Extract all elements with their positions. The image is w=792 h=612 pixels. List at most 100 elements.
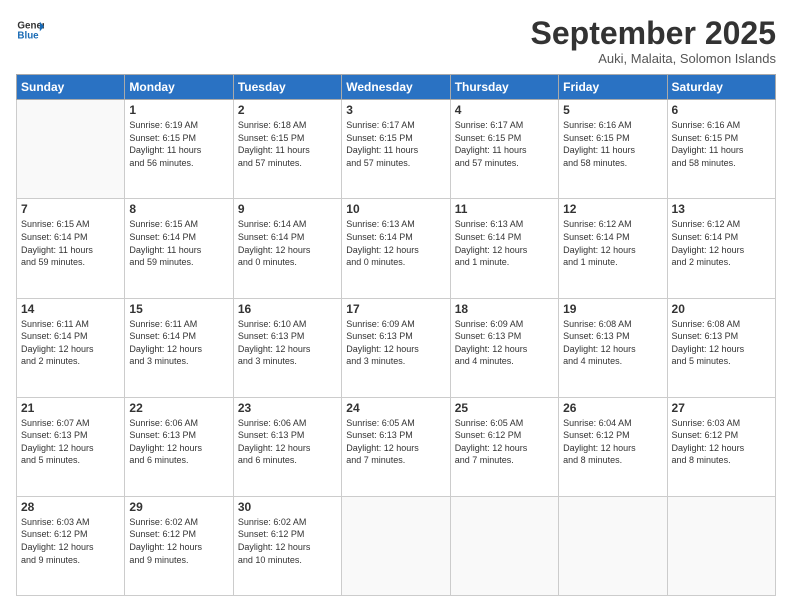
day-number: 15 [129,302,228,316]
cell-info: Sunrise: 6:17 AM Sunset: 6:15 PM Dayligh… [346,119,445,169]
table-row: 30Sunrise: 6:02 AM Sunset: 6:12 PM Dayli… [233,496,341,595]
header: General Blue September 2025 Auki, Malait… [16,16,776,66]
table-row: 1 Sunrise: 6:19 AM Sunset: 6:15 PM Daylig… [125,100,233,199]
day-number: 1 [129,103,228,117]
day-number: 19 [563,302,662,316]
table-row: 28Sunrise: 6:03 AM Sunset: 6:12 PM Dayli… [17,496,125,595]
table-row: 6 Sunrise: 6:16 AM Sunset: 6:15 PM Daylig… [667,100,775,199]
cell-info: Sunrise: 6:19 AM Sunset: 6:15 PM Dayligh… [129,119,228,169]
cell-info: Sunrise: 6:18 AM Sunset: 6:15 PM Dayligh… [238,119,337,169]
calendar: Sunday Monday Tuesday Wednesday Thursday… [16,74,776,596]
cell-info: Sunrise: 6:12 AM Sunset: 6:14 PM Dayligh… [672,218,771,268]
table-row [17,100,125,199]
cell-info: Sunrise: 6:13 AM Sunset: 6:14 PM Dayligh… [455,218,554,268]
day-number: 14 [21,302,120,316]
table-row: 9 Sunrise: 6:14 AM Sunset: 6:14 PM Daylig… [233,199,341,298]
cell-info: Sunrise: 6:08 AM Sunset: 6:13 PM Dayligh… [563,318,662,368]
col-sunday: Sunday [17,75,125,100]
cell-info: Sunrise: 6:02 AM Sunset: 6:12 PM Dayligh… [129,516,228,566]
table-row [342,496,450,595]
cell-info: Sunrise: 6:14 AM Sunset: 6:14 PM Dayligh… [238,218,337,268]
table-row: 22Sunrise: 6:06 AM Sunset: 6:13 PM Dayli… [125,397,233,496]
table-row: 2 Sunrise: 6:18 AM Sunset: 6:15 PM Daylig… [233,100,341,199]
table-row: 13 Sunrise: 6:12 AM Sunset: 6:14 PM Dayli… [667,199,775,298]
logo: General Blue [16,16,44,44]
table-row: 7 Sunrise: 6:15 AM Sunset: 6:14 PM Daylig… [17,199,125,298]
day-number: 3 [346,103,445,117]
table-row: 21 Sunrise: 6:07 AM Sunset: 6:13 PM Dayli… [17,397,125,496]
day-number: 24 [346,401,445,415]
day-number: 9 [238,202,337,216]
col-friday: Friday [559,75,667,100]
day-number: 8 [129,202,228,216]
day-number: 23 [238,401,337,415]
table-row: 25Sunrise: 6:05 AM Sunset: 6:12 PM Dayli… [450,397,558,496]
day-number: 29 [129,500,228,514]
day-number: 2 [238,103,337,117]
calendar-week-row: 1 Sunrise: 6:19 AM Sunset: 6:15 PM Daylig… [17,100,776,199]
day-number: 22 [129,401,228,415]
col-tuesday: Tuesday [233,75,341,100]
table-row: 24Sunrise: 6:05 AM Sunset: 6:13 PM Dayli… [342,397,450,496]
table-row: 12Sunrise: 6:12 AM Sunset: 6:14 PM Dayli… [559,199,667,298]
table-row: 17 Sunrise: 6:09 AM Sunset: 6:13 PM Dayli… [342,298,450,397]
col-wednesday: Wednesday [342,75,450,100]
table-row: 10 Sunrise: 6:13 AM Sunset: 6:14 PM Dayli… [342,199,450,298]
cell-info: Sunrise: 6:02 AM Sunset: 6:12 PM Dayligh… [238,516,337,566]
cell-info: Sunrise: 6:04 AM Sunset: 6:12 PM Dayligh… [563,417,662,467]
logo-icon: General Blue [16,16,44,44]
table-row: 4Sunrise: 6:17 AM Sunset: 6:15 PM Daylig… [450,100,558,199]
cell-info: Sunrise: 6:15 AM Sunset: 6:14 PM Dayligh… [21,218,120,268]
table-row: 20Sunrise: 6:08 AM Sunset: 6:13 PM Dayli… [667,298,775,397]
table-row: 19 Sunrise: 6:08 AM Sunset: 6:13 PM Dayli… [559,298,667,397]
cell-info: Sunrise: 6:03 AM Sunset: 6:12 PM Dayligh… [672,417,771,467]
calendar-week-row: 28Sunrise: 6:03 AM Sunset: 6:12 PM Dayli… [17,496,776,595]
cell-info: Sunrise: 6:16 AM Sunset: 6:15 PM Dayligh… [672,119,771,169]
table-row: 5 Sunrise: 6:16 AM Sunset: 6:15 PM Daylig… [559,100,667,199]
table-row: 29 Sunrise: 6:02 AM Sunset: 6:12 PM Dayli… [125,496,233,595]
cell-info: Sunrise: 6:11 AM Sunset: 6:14 PM Dayligh… [129,318,228,368]
page: General Blue September 2025 Auki, Malait… [0,0,792,612]
day-number: 13 [672,202,771,216]
location-subtitle: Auki, Malaita, Solomon Islands [531,51,776,66]
day-number: 17 [346,302,445,316]
cell-info: Sunrise: 6:13 AM Sunset: 6:14 PM Dayligh… [346,218,445,268]
table-row: 11 Sunrise: 6:13 AM Sunset: 6:14 PM Dayli… [450,199,558,298]
table-row: 23 Sunrise: 6:06 AM Sunset: 6:13 PM Dayli… [233,397,341,496]
day-number: 18 [455,302,554,316]
day-number: 5 [563,103,662,117]
svg-text:Blue: Blue [17,30,39,41]
cell-info: Sunrise: 6:08 AM Sunset: 6:13 PM Dayligh… [672,318,771,368]
table-row: 26 Sunrise: 6:04 AM Sunset: 6:12 PM Dayli… [559,397,667,496]
day-number: 10 [346,202,445,216]
col-thursday: Thursday [450,75,558,100]
table-row: 18 Sunrise: 6:09 AM Sunset: 6:13 PM Dayli… [450,298,558,397]
cell-info: Sunrise: 6:16 AM Sunset: 6:15 PM Dayligh… [563,119,662,169]
title-block: September 2025 Auki, Malaita, Solomon Is… [531,16,776,66]
cell-info: Sunrise: 6:09 AM Sunset: 6:13 PM Dayligh… [346,318,445,368]
day-number: 21 [21,401,120,415]
cell-info: Sunrise: 6:15 AM Sunset: 6:14 PM Dayligh… [129,218,228,268]
day-number: 6 [672,103,771,117]
col-monday: Monday [125,75,233,100]
table-row: 27 Sunrise: 6:03 AM Sunset: 6:12 PM Dayli… [667,397,775,496]
cell-info: Sunrise: 6:09 AM Sunset: 6:13 PM Dayligh… [455,318,554,368]
day-number: 27 [672,401,771,415]
table-row: 15 Sunrise: 6:11 AM Sunset: 6:14 PM Dayli… [125,298,233,397]
table-row: 14Sunrise: 6:11 AM Sunset: 6:14 PM Dayli… [17,298,125,397]
day-number: 4 [455,103,554,117]
cell-info: Sunrise: 6:06 AM Sunset: 6:13 PM Dayligh… [238,417,337,467]
table-row: 16Sunrise: 6:10 AM Sunset: 6:13 PM Dayli… [233,298,341,397]
table-row [559,496,667,595]
table-row [450,496,558,595]
calendar-week-row: 21 Sunrise: 6:07 AM Sunset: 6:13 PM Dayli… [17,397,776,496]
day-number: 11 [455,202,554,216]
day-number: 28 [21,500,120,514]
table-row: 8 Sunrise: 6:15 AM Sunset: 6:14 PM Daylig… [125,199,233,298]
day-number: 7 [21,202,120,216]
table-row [667,496,775,595]
day-number: 26 [563,401,662,415]
cell-info: Sunrise: 6:10 AM Sunset: 6:13 PM Dayligh… [238,318,337,368]
calendar-header-row: Sunday Monday Tuesday Wednesday Thursday… [17,75,776,100]
cell-info: Sunrise: 6:07 AM Sunset: 6:13 PM Dayligh… [21,417,120,467]
